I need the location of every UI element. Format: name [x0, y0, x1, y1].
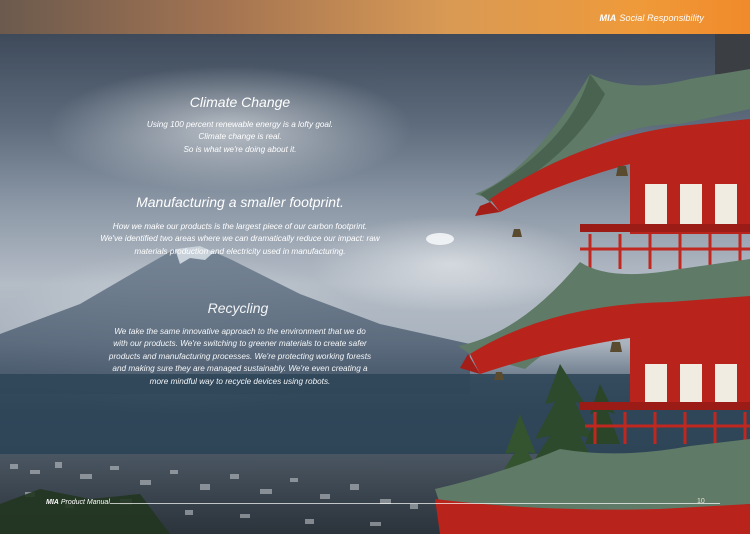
- climate-change-text: Using 100 percent renewable energy is a …: [100, 119, 380, 156]
- recycling-heading: Recycling: [207, 300, 269, 316]
- text-line: We've identified two areas where we can …: [100, 234, 380, 244]
- text-line: with our products. We're switching to gr…: [113, 339, 367, 349]
- text-line: We take the same innovative approach to …: [114, 327, 366, 336]
- page-number: 10: [697, 498, 705, 505]
- climate-change-heading: Climate Change: [189, 94, 291, 110]
- text-line: materials production and electricity use…: [134, 246, 346, 256]
- text-line: more mindful way to recycle devices usin…: [149, 376, 331, 386]
- footer-divider: [110, 503, 720, 504]
- footer-label: MIA Product Manual: [46, 499, 110, 506]
- text-line: products and manufacturing processes. We…: [108, 351, 372, 361]
- header-section-label: Social Responsibility: [619, 13, 704, 23]
- manufacturing-text: How we make our products is the largest …: [80, 221, 400, 258]
- manufacturing-heading: Manufacturing a smaller footprint.: [136, 194, 344, 210]
- text-line: Climate change is real.: [198, 132, 282, 142]
- text-line: So is what we're doing about it.: [183, 144, 297, 154]
- text-line: How we make our products is the largest …: [112, 222, 368, 231]
- header-brand: MIA: [599, 13, 617, 23]
- footer-manual-label: Product Manual: [60, 499, 110, 506]
- text-line: Using 100 percent renewable energy is a …: [146, 120, 334, 129]
- footer-brand: MIA: [46, 499, 59, 506]
- section-title: MIA Social Responsibility: [600, 13, 704, 23]
- text-line: and making sure they are managed sustain…: [112, 364, 368, 374]
- recycling-text: We take the same innovative approach to …: [92, 326, 388, 388]
- brochure-page: MIA Social Responsibility Climate Change …: [0, 0, 750, 534]
